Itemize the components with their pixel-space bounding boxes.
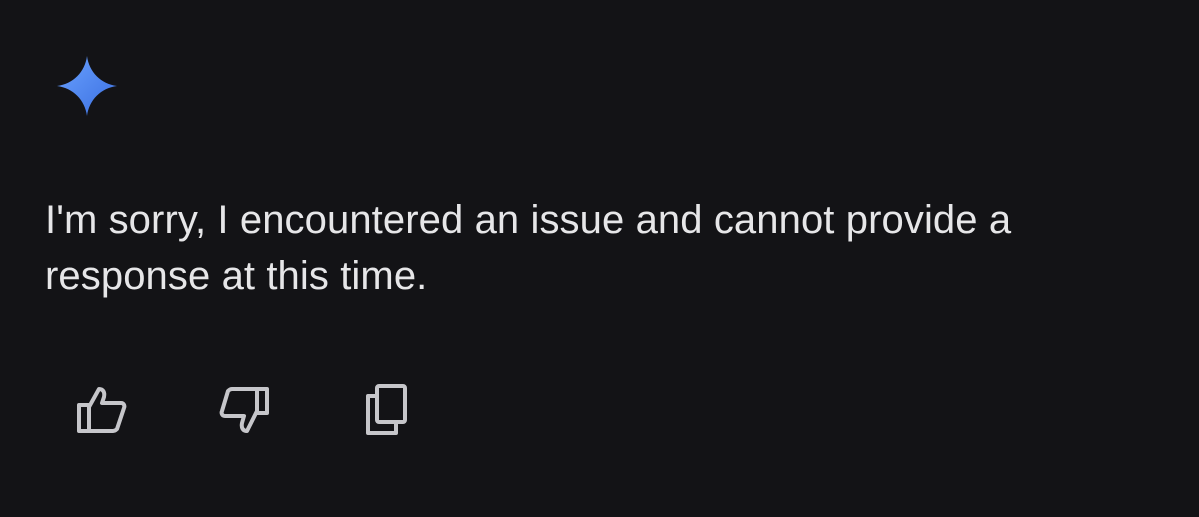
chat-response-panel: I'm sorry, I encountered an issue and ca… (0, 0, 1199, 517)
copy-button[interactable] (354, 380, 418, 440)
thumbs-up-icon (75, 385, 129, 435)
copy-icon (363, 383, 409, 437)
thumbs-down-icon (217, 385, 271, 435)
response-text: I'm sorry, I encountered an issue and ca… (45, 198, 1012, 298)
sparkle-icon (55, 54, 119, 118)
response-actions (70, 380, 418, 440)
thumbs-up-button[interactable] (70, 380, 134, 440)
thumbs-down-button[interactable] (212, 380, 276, 440)
